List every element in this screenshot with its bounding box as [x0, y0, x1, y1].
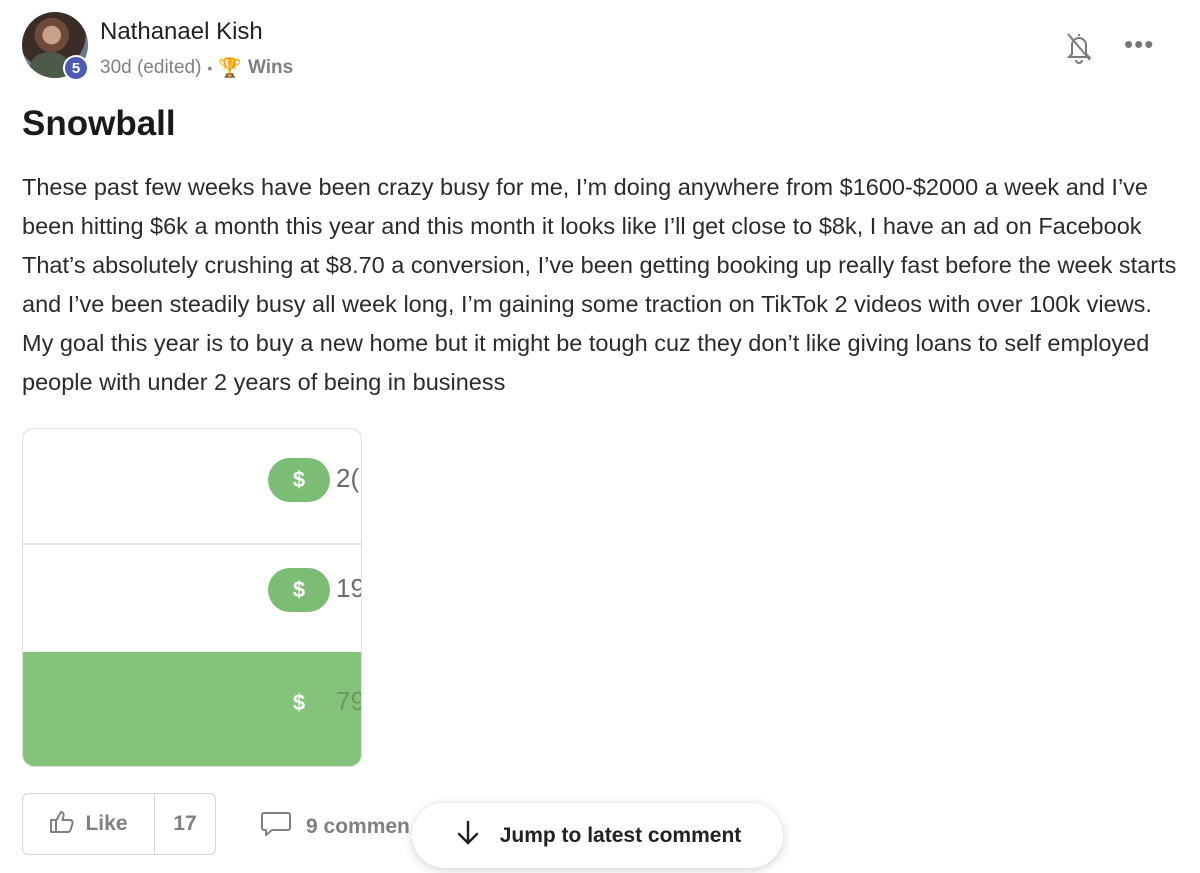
author-name[interactable]: Nathanael Kish: [100, 18, 263, 46]
post-header: 5 Nathanael Kish 30d (edited) • 🏆 Wins •…: [22, 12, 1172, 82]
more-options-icon[interactable]: •••: [1124, 31, 1154, 57]
attachment-row: $ 2(: [23, 429, 361, 545]
dollar-icon: $: [268, 458, 330, 502]
notification-bell-off-icon[interactable]: [1064, 30, 1094, 64]
category-label[interactable]: Wins: [248, 57, 293, 79]
post-image-attachment[interactable]: $ 2( $ 19 $ 79: [22, 428, 362, 767]
comments-label: 9 commen: [306, 814, 410, 838]
dollar-icon: $: [292, 690, 306, 715]
thumbs-up-icon: [49, 809, 75, 840]
attachment-amount: 19: [336, 573, 361, 603]
like-control: Like 17: [22, 793, 216, 855]
post-timestamp[interactable]: 30d (edited): [100, 57, 201, 79]
level-badge: 5: [63, 55, 89, 81]
like-count[interactable]: 17: [155, 794, 215, 854]
attachment-row: $ 79: [23, 652, 361, 766]
attachment-row: $ 19: [23, 539, 361, 653]
dollar-icon: $: [268, 568, 330, 612]
post-meta: 30d (edited) • 🏆 Wins: [100, 56, 293, 80]
jump-to-latest-comment-button[interactable]: Jump to latest comment: [412, 803, 783, 868]
like-label: Like: [85, 812, 128, 835]
like-button[interactable]: Like: [23, 794, 155, 854]
jump-label: Jump to latest comment: [499, 823, 742, 847]
comment-icon: [260, 810, 292, 843]
meta-separator: •: [207, 60, 213, 76]
trophy-icon: 🏆: [218, 58, 242, 79]
post-body: These past few weeks have been crazy bus…: [22, 174, 1177, 395]
attachment-amount: 2(: [336, 463, 360, 493]
post-title: Snowball: [22, 104, 176, 143]
comments-button[interactable]: 9 commen: [260, 810, 410, 843]
attachment-amount: 79: [336, 686, 361, 716]
arrow-down-icon: [454, 819, 482, 852]
